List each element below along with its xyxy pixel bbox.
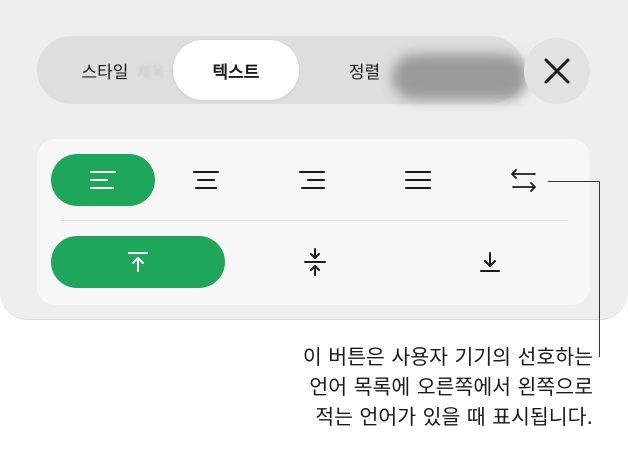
align-right-button[interactable] — [264, 154, 360, 206]
close-button[interactable] — [524, 38, 590, 104]
align-right-icon — [299, 171, 325, 189]
valign-middle-icon — [304, 248, 326, 276]
blurred-tab-overflow — [392, 54, 528, 100]
text-direction-button[interactable] — [476, 154, 572, 206]
callout-leader-vertical — [599, 181, 600, 357]
close-icon — [544, 58, 570, 84]
valign-bottom-icon — [480, 252, 500, 272]
valign-top-icon — [128, 252, 148, 272]
align-left-icon — [90, 171, 116, 189]
align-left-button[interactable] — [51, 154, 155, 206]
align-center-icon — [193, 171, 219, 189]
valign-bottom-button[interactable] — [415, 236, 565, 288]
callout-text: 이 버튼은 사용자 기기의 선호하는 언어 목록에 오른쪽에서 왼쪽으로 적는 … — [200, 342, 593, 432]
valign-middle-button[interactable] — [240, 236, 390, 288]
alignment-divider — [60, 220, 568, 221]
valign-top-button[interactable] — [51, 236, 225, 288]
callout-line: 언어 목록에 오른쪽에서 왼쪽으로 — [309, 375, 593, 399]
callout-leader-horizontal — [548, 181, 600, 182]
tab-style[interactable]: 스타일 — [37, 40, 173, 100]
stage: 제목 색상 스타일 텍스트 정렬 이 버튼은 사용자 기기의 선호하는 언어 목… — [0, 0, 628, 450]
align-center-button[interactable] — [158, 154, 254, 206]
callout-line: 적는 언어가 있을 때 표시됩니다. — [315, 405, 593, 429]
tab-text[interactable]: 텍스트 — [173, 40, 299, 100]
align-justify-button[interactable] — [370, 154, 466, 206]
callout-line: 이 버튼은 사용자 기기의 선호하는 — [302, 345, 593, 369]
text-direction-icon — [511, 169, 536, 192]
align-justify-icon — [405, 171, 431, 189]
